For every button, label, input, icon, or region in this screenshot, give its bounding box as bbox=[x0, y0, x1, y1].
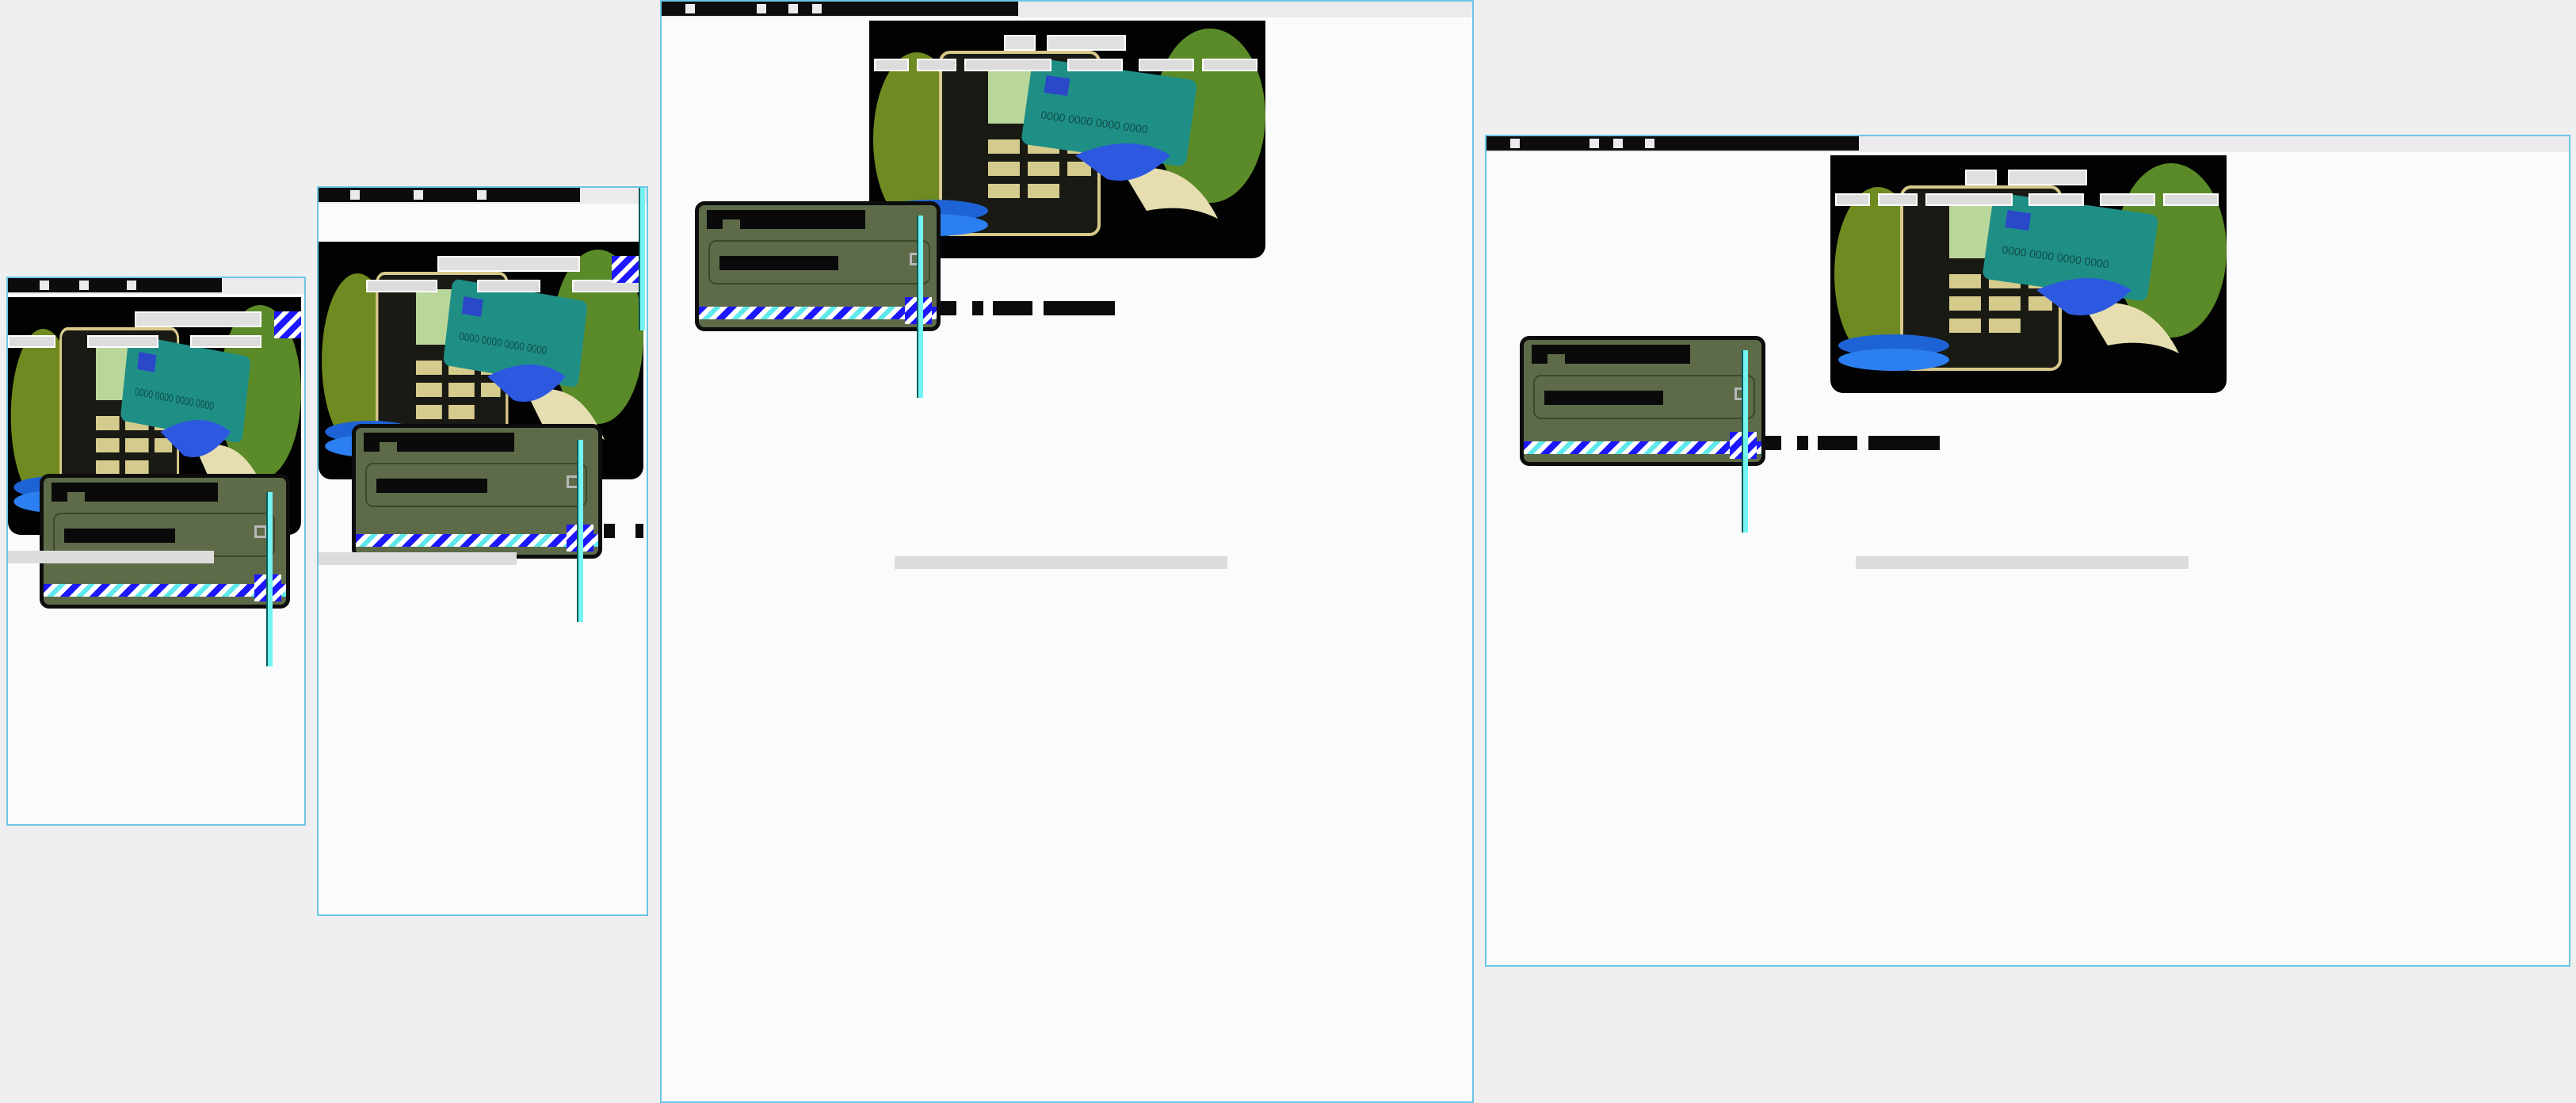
progress-stripes bbox=[699, 307, 937, 319]
card-title-redacted bbox=[1532, 345, 1690, 364]
field-checkbox[interactable] bbox=[254, 525, 267, 538]
scrollbar[interactable] bbox=[917, 216, 923, 398]
pane-header bbox=[662, 2, 1472, 17]
payment-form-card bbox=[352, 424, 602, 559]
pane-title-redacted bbox=[1486, 136, 1859, 151]
loading-line bbox=[8, 551, 214, 563]
pane-title-redacted bbox=[662, 2, 1018, 16]
preview-pane-mobile-small: 0000 0000 0000 0000 bbox=[6, 277, 306, 826]
preview-pane-mobile-large: 0000 0000 0000 0000 bbox=[317, 186, 648, 916]
pane-caption bbox=[604, 524, 643, 538]
card-field-value-redacted bbox=[64, 529, 175, 543]
scrollbar[interactable] bbox=[577, 440, 583, 622]
loading-line bbox=[895, 556, 1227, 569]
card-title-redacted bbox=[52, 483, 218, 502]
scrollbar-top[interactable] bbox=[639, 188, 645, 330]
card-field-value-redacted bbox=[376, 479, 487, 493]
payment-form-card bbox=[40, 474, 290, 609]
card-number-field[interactable] bbox=[708, 240, 930, 284]
preview-pane-tablet: 0000 0000 0000 0000 bbox=[660, 0, 1474, 1103]
preview-pane-desktop: 0000 0000 0000 0000 bbox=[1485, 135, 2570, 967]
loading-line bbox=[1856, 556, 2189, 569]
pane-caption bbox=[941, 301, 1131, 315]
hero-illustration: 0000 0000 0000 0000 bbox=[1830, 155, 2227, 393]
card-field-value-redacted bbox=[1544, 391, 1663, 405]
progress-stripes bbox=[44, 584, 286, 597]
loading-line bbox=[319, 552, 517, 565]
payment-form-card bbox=[1520, 336, 1765, 466]
progress-stripes bbox=[356, 534, 598, 547]
card-title-redacted bbox=[364, 433, 514, 452]
card-field-value-redacted bbox=[719, 256, 838, 270]
pane-header bbox=[1486, 136, 2569, 152]
scrollbar[interactable] bbox=[1742, 350, 1748, 532]
progress-stripes bbox=[1524, 441, 1761, 454]
card-number-field[interactable] bbox=[1533, 375, 1755, 419]
pane-caption bbox=[1765, 436, 1956, 450]
scrollbar[interactable] bbox=[266, 492, 273, 666]
card-number-field[interactable] bbox=[365, 463, 587, 507]
pane-header bbox=[319, 188, 647, 204]
pane-header bbox=[8, 278, 304, 294]
card-title-redacted bbox=[707, 210, 865, 229]
payment-illustration: 0000 0000 0000 0000 bbox=[1834, 163, 2227, 371]
payment-form-card bbox=[695, 201, 941, 331]
